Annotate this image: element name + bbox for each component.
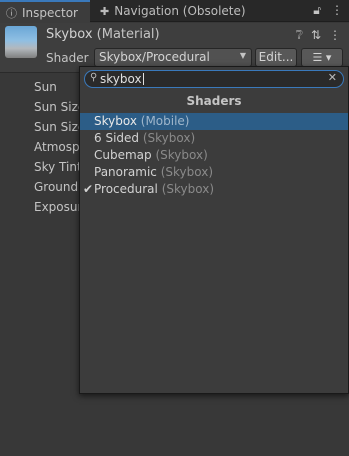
property-sun: Sun (34, 80, 57, 94)
shader-label: Shader (46, 51, 89, 65)
shader-search-input[interactable]: ⚲ skybox ✕ (84, 70, 344, 88)
tab-inspector-label: Inspector (22, 5, 78, 20)
lock-icon[interactable]: 🔓︎ (313, 3, 321, 18)
shader-options-button[interactable]: ☰ ▾ (301, 48, 343, 67)
property-sun-size-convergence: Sun Size Convergence (34, 120, 79, 134)
property-atmosphere-thickness: Atmosphere Thickness (34, 140, 79, 154)
shader-item-name: Panoramic (94, 165, 157, 179)
more-options-icon[interactable]: ⋮ (329, 28, 341, 43)
shader-item-name: 6 Sided (94, 131, 140, 145)
navigation-icon: ✚ (100, 4, 110, 18)
info-icon: ⓘ (6, 6, 17, 20)
shader-item-category: (Skybox) (161, 182, 214, 196)
shaders-section-title: Shaders (186, 94, 242, 108)
shader-item[interactable]: Skybox (Mobile) (80, 113, 348, 130)
shader-item[interactable]: Cubemap (Skybox) (80, 147, 348, 164)
shader-item[interactable]: ✔ Procedural (Skybox) (80, 181, 348, 198)
list-icon: ☰ ▾ (312, 51, 332, 64)
material-preview-thumbnail (5, 26, 37, 58)
shader-item-name: Procedural (94, 182, 158, 196)
material-name: Skybox (46, 27, 93, 42)
material-title: Skybox (Material) (46, 27, 160, 42)
shader-dropdown[interactable]: Skybox/Procedural ▼ (94, 48, 252, 67)
property-ground: Ground (34, 180, 79, 194)
shader-dropdown-value: Skybox/Procedural (99, 50, 210, 64)
edit-shader-button[interactable]: Edit... (255, 48, 297, 67)
tab-navigation[interactable]: ✚ Navigation (Obsolete) (92, 0, 262, 22)
property-exposure: Exposure (34, 200, 79, 214)
shader-item-category: (Skybox) (160, 165, 214, 179)
checkmark-icon: ✔ (83, 182, 94, 196)
property-sky-tint: Sky Tint (34, 160, 79, 174)
dropdown-arrow-icon: ▼ (239, 51, 246, 60)
material-type: (Material) (96, 27, 160, 42)
shader-item-name: Cubemap (94, 148, 152, 162)
shader-item[interactable]: 6 Sided (Skybox) (80, 130, 348, 147)
more-options-icon[interactable]: ⋮ (331, 3, 343, 18)
help-icon[interactable]: ❔︎ (296, 28, 303, 43)
search-icon: ⚲ (90, 72, 98, 83)
tab-inspector[interactable]: ⓘ Inspector (0, 0, 90, 23)
search-value: skybox (100, 72, 142, 86)
tab-bar: ⓘ Inspector ✚ Navigation (Obsolete) 🔓︎ ⋮ (0, 0, 349, 23)
tab-navigation-label: Navigation (Obsolete) (114, 4, 246, 18)
clear-search-icon[interactable]: ✕ (328, 71, 337, 84)
shader-item-name: Skybox (94, 114, 137, 128)
shader-item[interactable]: Panoramic (Skybox) (80, 164, 348, 181)
shader-picker-popup: ⚲ skybox ✕ Shaders Skybox (Mobile) 6 Sid… (79, 66, 349, 394)
preset-icon[interactable]: ⇅ (311, 28, 321, 43)
property-sun-size: Sun Size (34, 100, 79, 114)
shader-item-category: (Skybox) (142, 131, 196, 145)
shader-item-category: (Mobile) (140, 114, 190, 128)
shader-item-category: (Skybox) (155, 148, 208, 162)
